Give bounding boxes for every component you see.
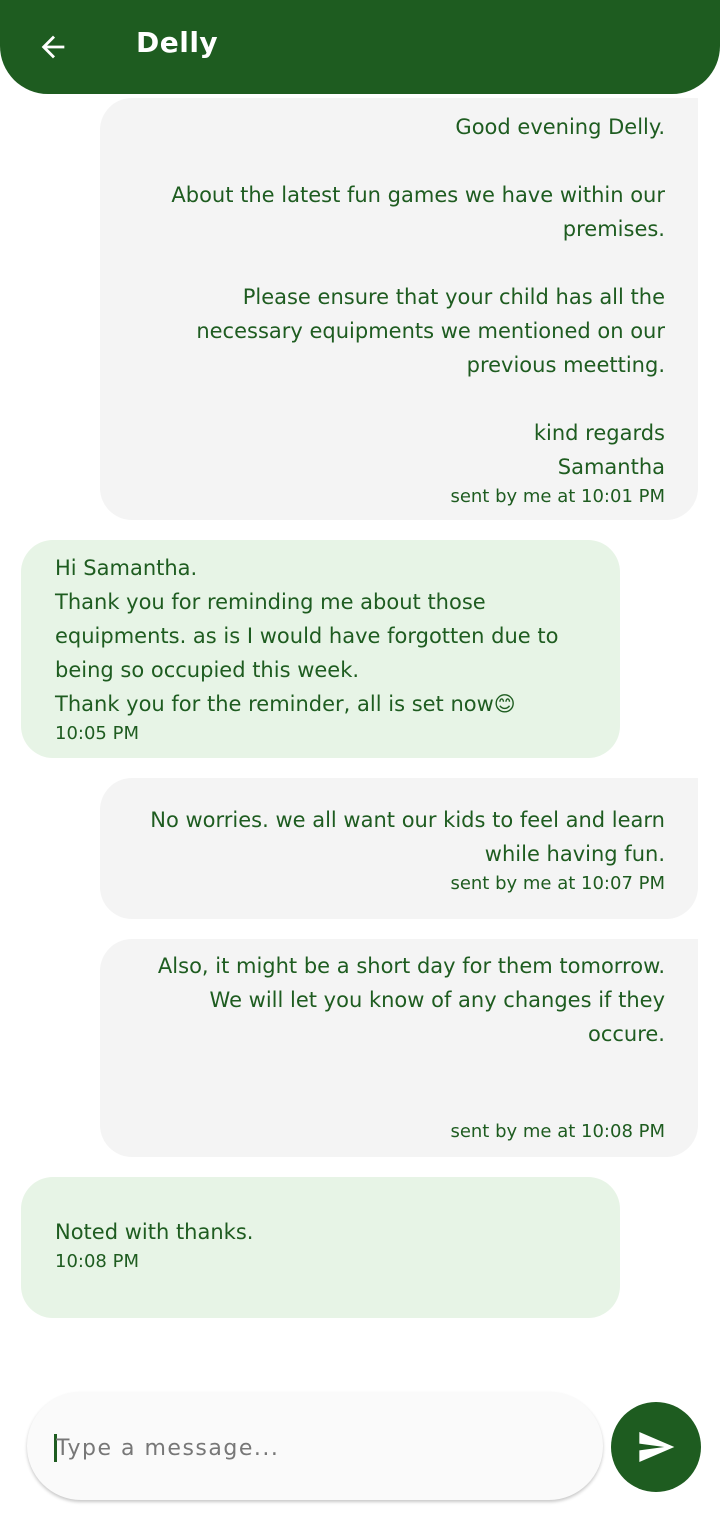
- message-bubble-received[interactable]: Noted with thanks. 10:08 PM: [21, 1177, 620, 1318]
- message-composer: [27, 1392, 603, 1500]
- message-text: No worries. we all want our kids to feel…: [150, 808, 665, 866]
- message-input[interactable]: [54, 1422, 578, 1474]
- message-text: Good evening Delly. About the latest fun…: [171, 115, 665, 479]
- chat-title: Delly: [136, 26, 219, 59]
- message-timestamp: sent by me at 10:08 PM: [450, 1121, 665, 1142]
- app-bar: Delly: [0, 0, 720, 94]
- message-bubble-sent[interactable]: Also, it might be a short day for them t…: [100, 939, 698, 1157]
- message-timestamp: sent by me at 10:07 PM: [450, 873, 665, 894]
- back-button[interactable]: [30, 24, 76, 70]
- message-timestamp: 10:08 PM: [55, 1251, 139, 1272]
- message-timestamp: 10:05 PM: [55, 723, 139, 744]
- message-bubble-sent[interactable]: Good evening Delly. About the latest fun…: [100, 98, 698, 520]
- message-text: Hi Samantha. Thank you for reminding me …: [55, 556, 559, 716]
- message-bubble-received[interactable]: Hi Samantha. Thank you for reminding me …: [21, 540, 620, 758]
- message-text: Also, it might be a short day for them t…: [157, 954, 665, 1046]
- message-bubble-sent[interactable]: No worries. we all want our kids to feel…: [100, 778, 698, 919]
- send-button[interactable]: [611, 1402, 701, 1492]
- send-icon: [639, 1432, 675, 1462]
- arrow-back-icon: [41, 35, 65, 59]
- message-timestamp: sent by me at 10:01 PM: [450, 486, 665, 507]
- message-text: Noted with thanks.: [55, 1220, 254, 1244]
